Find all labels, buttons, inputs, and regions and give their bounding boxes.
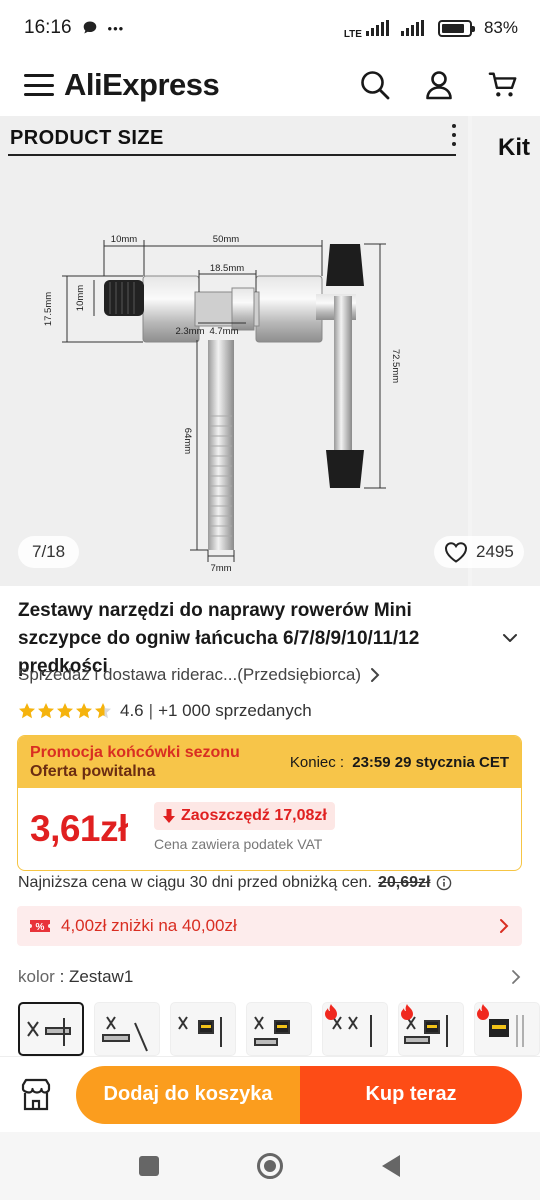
product-image[interactable]: 10mm 50mm 18.5mm 17.5mm 10mm 2.3mm 4.7mm… bbox=[0, 116, 468, 586]
variant-selector[interactable]: kolor : Zestaw1 bbox=[18, 967, 522, 987]
bottom-action-bar: Dodaj do koszyka Kup teraz bbox=[0, 1056, 540, 1132]
account-icon[interactable] bbox=[424, 70, 454, 100]
seller-link[interactable]: Sprzedaż i dostawa riderac...(Przedsiębi… bbox=[18, 665, 381, 685]
variant-value: Zestaw1 bbox=[69, 967, 134, 986]
buy-now-button[interactable]: Kup teraz bbox=[300, 1065, 522, 1124]
variant-thumb[interactable] bbox=[474, 1002, 540, 1056]
lowest-price-label: Najniższa cena w ciągu 30 dni przed obni… bbox=[18, 874, 372, 891]
dim-label: 17.5mm bbox=[43, 292, 54, 326]
coupon-icon: % bbox=[30, 920, 50, 933]
coupon-banner[interactable]: % 4,00zł zniżki na 40,00zł bbox=[17, 906, 522, 946]
promo-end-time: Koniec : 23:59 29 stycznia CET bbox=[290, 754, 509, 771]
menu-icon[interactable] bbox=[24, 74, 54, 96]
lowest-price-value: 20,69zł bbox=[377, 874, 431, 891]
hot-flame-icon bbox=[401, 1004, 413, 1020]
rating-row[interactable]: 4.6 | +1 000 sprzedanych bbox=[18, 701, 312, 721]
add-to-cart-button[interactable]: Dodaj do koszyka bbox=[76, 1065, 300, 1124]
product-gallery[interactable]: 10mm 50mm 18.5mm 17.5mm 10mm 2.3mm 4.7mm… bbox=[0, 116, 540, 586]
next-image-text: Kit bbox=[498, 134, 530, 161]
system-nav-bar bbox=[0, 1132, 540, 1200]
info-icon[interactable] bbox=[436, 875, 452, 891]
svg-text:%: % bbox=[36, 922, 45, 933]
status-time: 16:16 bbox=[24, 17, 72, 38]
coupon-text: 4,00zł zniżki na 40,00zł bbox=[61, 916, 237, 935]
network-type: LTE bbox=[343, 28, 362, 40]
chain-tool-illustration: 10mm 50mm 18.5mm 17.5mm 10mm 2.3mm 4.7mm… bbox=[43, 234, 401, 574]
search-icon[interactable] bbox=[360, 70, 390, 100]
chevron-right-icon bbox=[370, 668, 380, 682]
rating-separator: | bbox=[148, 701, 154, 720]
dim-label: 72.5mm bbox=[390, 349, 401, 383]
star-icon bbox=[19, 703, 35, 719]
app-header: AliExpress bbox=[0, 56, 540, 114]
vat-note: Cena zawiera podatek VAT bbox=[154, 836, 323, 852]
star-icon bbox=[76, 703, 92, 719]
dim-label: 18.5mm bbox=[210, 263, 244, 274]
status-more-indicator: ••• bbox=[107, 20, 125, 36]
hot-flame-icon bbox=[477, 1004, 489, 1020]
chevron-right-icon bbox=[512, 970, 521, 984]
dim-label: 4.7mm bbox=[209, 326, 238, 337]
wishlist-count: 2495 bbox=[476, 542, 514, 561]
wishlist-button[interactable]: 2495 bbox=[434, 536, 524, 568]
arrow-down-icon bbox=[163, 809, 175, 823]
image-counter: 7/18 bbox=[18, 536, 80, 568]
variant-separator: : bbox=[54, 967, 70, 986]
promo-box: Promocja końcówki sezonu Oferta powitaln… bbox=[17, 735, 522, 871]
cart-icon[interactable] bbox=[488, 70, 518, 100]
store-icon bbox=[21, 1078, 51, 1110]
cell-signal-2-icon bbox=[400, 20, 424, 36]
dim-label: 64mm bbox=[182, 428, 193, 454]
store-button[interactable] bbox=[18, 1077, 54, 1113]
current-price: 3,61zł bbox=[30, 808, 128, 849]
variant-thumb[interactable] bbox=[170, 1002, 236, 1056]
savings-badge: Zaoszczędź 17,08zł bbox=[154, 802, 335, 830]
more-options-icon[interactable] bbox=[450, 124, 458, 146]
chevron-down-icon[interactable] bbox=[500, 628, 520, 648]
recents-icon[interactable] bbox=[138, 1155, 160, 1177]
variant-thumbnails bbox=[18, 1002, 540, 1056]
lowest-price-note: Najniższa cena w ciągu 30 dni przed obni… bbox=[18, 874, 452, 892]
rating-stars bbox=[18, 702, 112, 720]
dim-label: 7mm bbox=[210, 563, 231, 574]
variant-thumb[interactable] bbox=[94, 1002, 160, 1056]
variant-thumb[interactable] bbox=[322, 1002, 388, 1056]
sold-count: +1 000 sprzedanych bbox=[158, 701, 312, 720]
dim-label: 10mm bbox=[75, 285, 86, 311]
cell-signal-icon bbox=[365, 20, 389, 36]
promo-end-value: 23:59 29 stycznia CET bbox=[352, 753, 509, 771]
promo-subtitle: Oferta powitalna bbox=[30, 763, 156, 780]
seller-name: Sprzedaż i dostawa riderac...(Przedsiębi… bbox=[18, 665, 361, 684]
home-icon[interactable] bbox=[256, 1152, 284, 1180]
next-image-preview[interactable]: Kit bbox=[472, 116, 540, 586]
dim-label: 2.3mm bbox=[175, 326, 204, 337]
status-bar: 16:16 ••• LTE 83% bbox=[0, 0, 540, 56]
heart-icon bbox=[444, 542, 468, 563]
rating-value: 4.6 bbox=[120, 701, 144, 720]
dim-label: 10mm bbox=[111, 234, 137, 245]
battery-icon bbox=[437, 19, 475, 37]
savings-text: Zaoszczędź 17,08zł bbox=[181, 807, 327, 824]
variant-label: kolor bbox=[18, 967, 55, 986]
image-heading: PRODUCT SIZE bbox=[10, 127, 164, 149]
chevron-right-icon bbox=[500, 919, 509, 933]
hot-flame-icon bbox=[325, 1004, 337, 1020]
aliexpress-logo[interactable]: AliExpress bbox=[64, 67, 220, 103]
star-icon bbox=[95, 703, 111, 719]
variant-thumb[interactable] bbox=[398, 1002, 464, 1056]
variant-thumb[interactable] bbox=[18, 1002, 84, 1056]
promo-end-label: Koniec : bbox=[289, 753, 345, 771]
star-icon bbox=[57, 703, 73, 719]
promo-title: Promocja końcówki sezonu bbox=[30, 744, 240, 761]
heading-underline bbox=[8, 154, 456, 156]
battery-percent: 83% bbox=[483, 18, 518, 37]
back-icon[interactable] bbox=[380, 1154, 402, 1178]
star-icon bbox=[38, 703, 54, 719]
chat-bubble-icon bbox=[83, 21, 96, 34]
dim-label: 50mm bbox=[213, 234, 239, 245]
promo-header: Promocja końcówki sezonu Oferta powitaln… bbox=[18, 736, 521, 788]
variant-thumb[interactable] bbox=[246, 1002, 312, 1056]
